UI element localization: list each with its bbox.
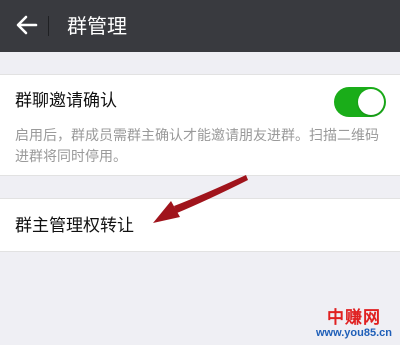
title-bar: 群管理	[0, 0, 400, 52]
title-divider	[48, 16, 49, 36]
invite-confirm-toggle[interactable]	[334, 87, 386, 117]
watermark: 中赚网 www.you85.cn	[316, 310, 392, 339]
transfer-ownership-label: 群主管理权转让	[15, 216, 134, 236]
transfer-ownership-item[interactable]: 群主管理权转让	[0, 198, 400, 252]
watermark-url: www.you85.cn	[315, 327, 392, 339]
toggle-knob	[358, 89, 384, 115]
watermark-name: 中赚网	[326, 308, 381, 328]
invite-confirm-card: 群聊邀请确认 启用后，群成员需群主确认才能邀请朋友进群。扫描二维码进群将同时停用…	[0, 74, 400, 176]
back-button[interactable]	[10, 8, 44, 42]
invite-confirm-label: 群聊邀请确认	[15, 91, 117, 111]
arrow-left-icon	[16, 15, 38, 35]
invite-confirm-description: 启用后，群成员需群主确认才能邀请朋友进群。扫描二维码进群将同时停用。	[15, 128, 379, 165]
page-title: 群管理	[67, 14, 127, 38]
